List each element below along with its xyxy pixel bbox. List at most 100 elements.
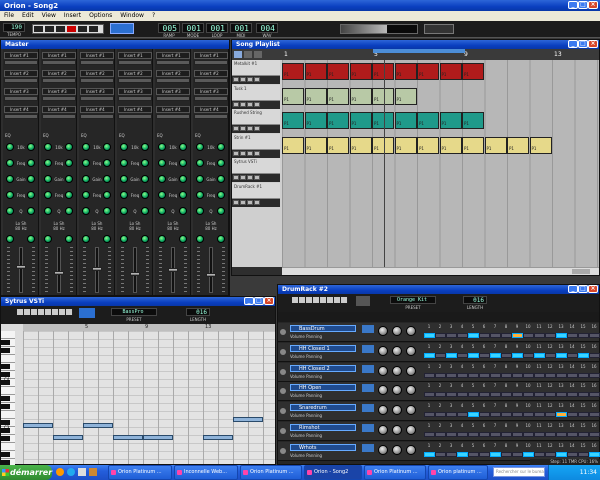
insert-slot[interactable]: Insert #1 xyxy=(194,52,228,59)
piano-black-key[interactable] xyxy=(1,452,10,457)
sequencer-step-button[interactable] xyxy=(479,432,490,437)
pointer-tool-icon[interactable] xyxy=(234,51,242,58)
eq-knob[interactable] xyxy=(120,191,128,199)
drumrack-length-display[interactable]: 016 xyxy=(463,296,487,304)
playlist-pattern-block[interactable]: P1 xyxy=(484,136,507,154)
solo-button[interactable] xyxy=(240,101,246,107)
piano-black-key[interactable] xyxy=(1,404,10,409)
mute-button[interactable] xyxy=(233,199,239,205)
pan-knob[interactable] xyxy=(82,235,90,243)
playlist-track-name[interactable]: Strin #1 xyxy=(232,133,280,150)
eq-knob[interactable] xyxy=(120,207,128,215)
drum-sample-name[interactable]: Wrhots xyxy=(290,443,356,451)
insert-slot[interactable]: Insert #4 xyxy=(118,106,152,113)
playlist-pattern-block[interactable]: P1 xyxy=(417,112,439,129)
sequencer-step-button[interactable] xyxy=(567,412,578,418)
sequencer-step-button[interactable] xyxy=(479,372,490,378)
eq-knob[interactable] xyxy=(27,191,35,199)
eq-knob[interactable] xyxy=(27,159,35,167)
sequencer-step-button[interactable] xyxy=(446,372,457,378)
sequencer-step-button[interactable] xyxy=(512,352,523,358)
piano-black-key[interactable] xyxy=(1,364,10,369)
sequencer-step-button[interactable] xyxy=(490,392,501,398)
start-button[interactable]: démarrer xyxy=(0,465,52,480)
sequencer-step-button[interactable] xyxy=(567,372,578,378)
drum-pattern-button[interactable] xyxy=(362,424,374,432)
sequencer-step-button[interactable] xyxy=(457,392,468,398)
eq-knob[interactable] xyxy=(179,143,187,151)
eq-knob[interactable] xyxy=(65,191,73,199)
drum-sample-name[interactable]: Snaredrum xyxy=(290,404,356,412)
pencil-tool-icon[interactable] xyxy=(244,51,252,58)
sequencer-step-button[interactable] xyxy=(589,392,600,398)
volume-slider[interactable] xyxy=(424,24,454,34)
drumrack-maximize-button[interactable]: □ xyxy=(578,285,588,293)
piano-roll-note[interactable] xyxy=(23,423,53,428)
sequencer-step-button[interactable] xyxy=(468,412,479,418)
sequencer-step-button[interactable] xyxy=(567,352,578,358)
playlist-grid[interactable]: P1 P1 P1 P1 P1 P1 P1 P1 P1 P1 P1 P1 P1 P1 P1 P1 P1 P1 P1 P1… xyxy=(282,60,599,267)
task-orion-platinum-3[interactable]: Orion Platinum ... xyxy=(364,465,426,480)
record-arm-button[interactable] xyxy=(247,175,253,180)
eq-knob[interactable] xyxy=(141,191,149,199)
task-inconnelle-web[interactable]: Inconnelle Web... xyxy=(174,465,238,480)
eq-knob[interactable] xyxy=(65,175,73,183)
insert-slot[interactable]: Insert #3 xyxy=(156,88,190,95)
insert-slot[interactable]: Insert #3 xyxy=(4,88,38,95)
sequencer-step-button[interactable] xyxy=(424,333,435,338)
sequencer-step-button[interactable] xyxy=(589,372,600,378)
eq-knob[interactable] xyxy=(217,159,225,167)
insert-slot[interactable]: Insert #2 xyxy=(118,70,152,77)
sequencer-step-button[interactable] xyxy=(578,352,589,358)
eq-knob[interactable] xyxy=(44,191,52,199)
record-arm-button[interactable] xyxy=(247,126,253,131)
playlist-pattern-block[interactable]: P1 xyxy=(372,112,394,129)
playlist-maximize-button[interactable]: □ xyxy=(578,40,588,48)
insert-slot[interactable]: Insert #1 xyxy=(80,52,114,59)
drum-pitch-knob[interactable] xyxy=(406,405,416,416)
drum-pan-knob[interactable] xyxy=(392,444,402,455)
drum-pattern-button[interactable] xyxy=(362,384,374,393)
piano-black-key[interactable] xyxy=(1,396,10,401)
sequencer-step-button[interactable] xyxy=(523,432,534,437)
playlist-pattern-block[interactable]: P1 xyxy=(439,112,462,129)
task-orion-platinum-2[interactable]: Orion Platinum ... xyxy=(240,465,302,480)
eq-knob[interactable] xyxy=(120,159,128,167)
sequencer-step-button[interactable] xyxy=(534,392,545,398)
drum-volume-knob[interactable] xyxy=(378,444,388,455)
sytrus-mode-button[interactable] xyxy=(79,308,95,318)
minimize-button[interactable]: _ xyxy=(568,1,578,9)
drum-pan-knob[interactable] xyxy=(392,345,402,356)
insert-slot[interactable]: Insert #1 xyxy=(118,52,152,59)
piano-white-key[interactable] xyxy=(1,331,15,339)
piano-roll-note[interactable] xyxy=(203,435,233,440)
eq-knob[interactable] xyxy=(65,159,73,167)
eq-knob[interactable] xyxy=(6,191,14,199)
sequencer-step-button[interactable] xyxy=(589,412,600,418)
sequencer-step-button[interactable] xyxy=(490,352,501,358)
insert-slot[interactable]: Insert #4 xyxy=(42,106,76,113)
volume-fader-handle[interactable] xyxy=(54,271,64,275)
insert-slot[interactable]: Insert #4 xyxy=(156,106,190,113)
loop-button[interactable] xyxy=(89,26,98,32)
sequencer-step-button[interactable] xyxy=(534,372,545,378)
ie-icon[interactable] xyxy=(67,468,75,476)
piano-roll-note[interactable] xyxy=(143,435,173,440)
drumrack-minimize-button[interactable]: _ xyxy=(568,285,578,293)
piano-roll-grid[interactable] xyxy=(23,331,275,464)
sequencer-step-button[interactable] xyxy=(512,451,523,457)
eq-knob[interactable] xyxy=(120,143,128,151)
sequencer-step-button[interactable] xyxy=(435,432,446,437)
drum-sample-name[interactable]: HH Open xyxy=(290,384,356,392)
sequencer-step-button[interactable] xyxy=(457,333,468,338)
eq-knob[interactable] xyxy=(65,207,73,215)
eq-knob[interactable] xyxy=(158,175,166,183)
playlist-pattern-block[interactable]: P1 xyxy=(394,63,417,80)
solo-button[interactable] xyxy=(240,126,246,131)
sequencer-step-button[interactable] xyxy=(578,333,589,338)
pan-knob[interactable] xyxy=(44,235,52,243)
sequencer-step-button[interactable] xyxy=(457,432,468,437)
playlist-pattern-block[interactable]: P1 xyxy=(327,112,349,129)
eq-knob[interactable] xyxy=(120,175,128,183)
drum-pan-knob[interactable] xyxy=(392,425,402,435)
